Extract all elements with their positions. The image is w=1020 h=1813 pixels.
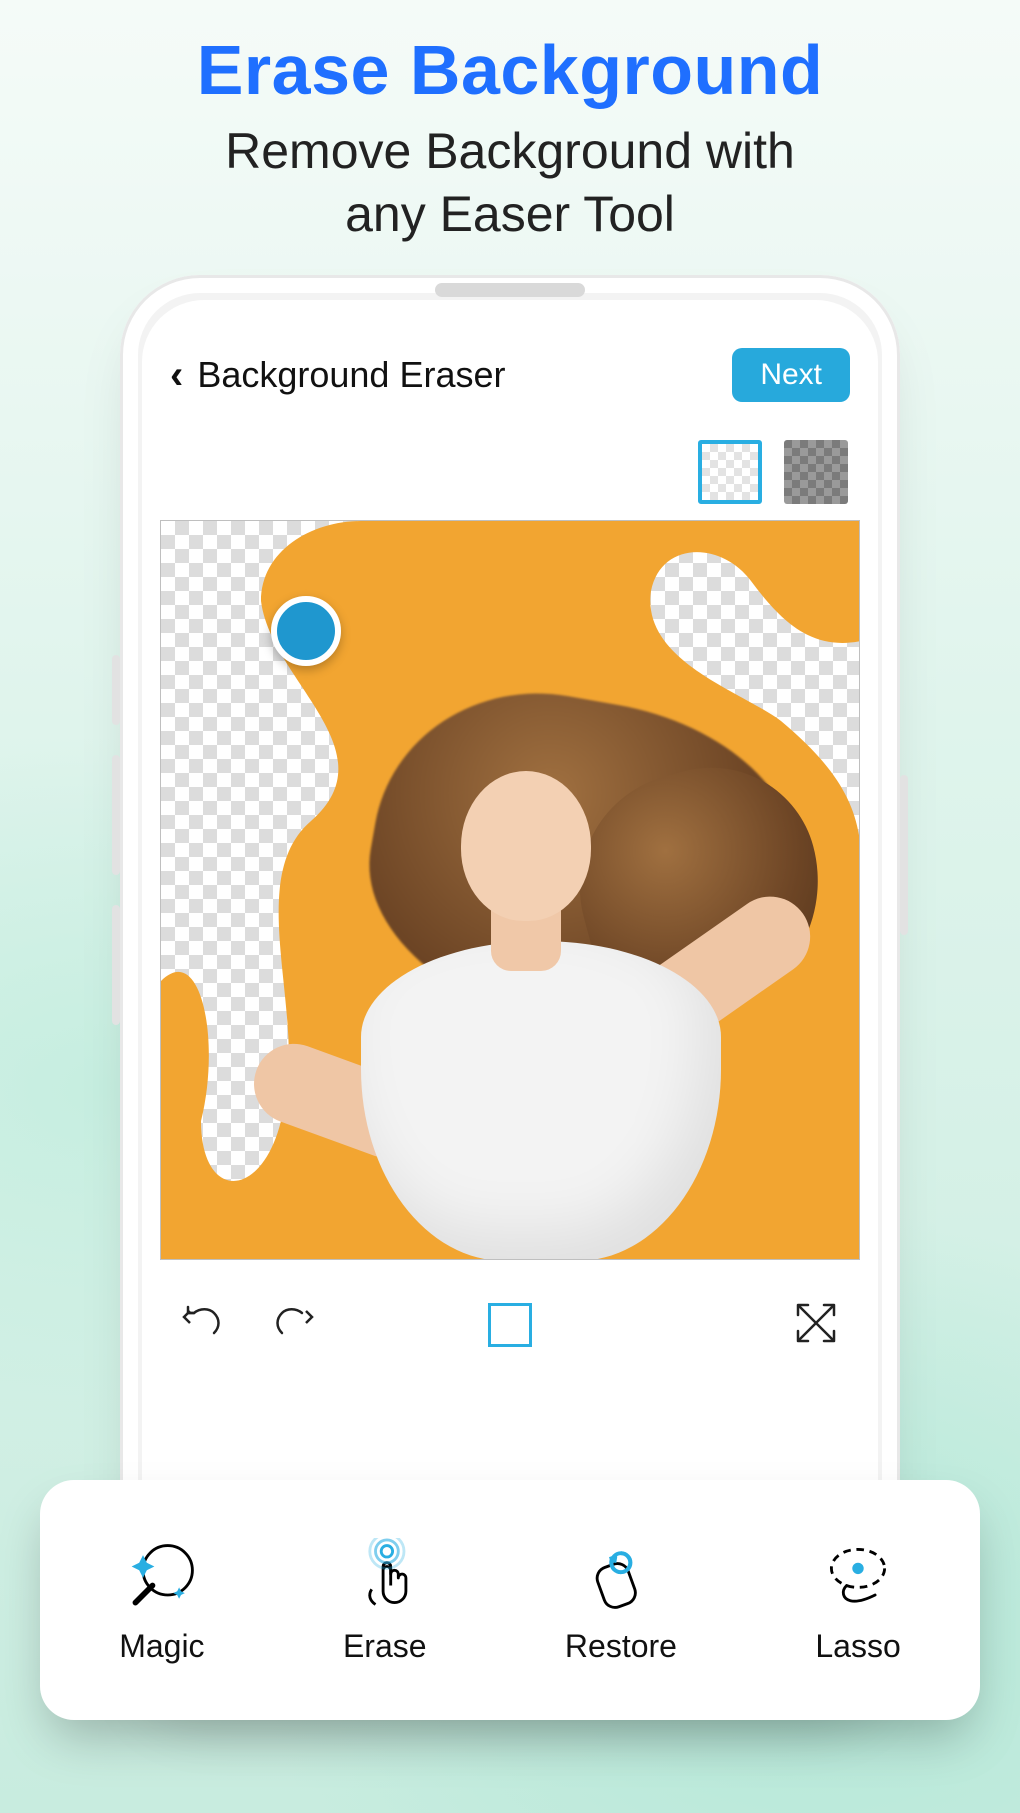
promo-subtitle-line1: Remove Background with — [225, 123, 795, 179]
restore-icon — [581, 1536, 661, 1616]
brush-cursor[interactable] — [271, 596, 341, 666]
tool-magic[interactable]: Magic — [119, 1536, 204, 1665]
phone-side-button — [112, 755, 120, 875]
crop-icon[interactable] — [488, 1303, 532, 1347]
lasso-icon — [818, 1536, 898, 1616]
tool-label: Lasso — [815, 1628, 900, 1665]
preview-mode-row — [698, 440, 848, 510]
tool-restore[interactable]: Restore — [565, 1536, 677, 1665]
phone-side-button — [900, 775, 908, 935]
promo-title: Erase Background — [0, 30, 1020, 110]
phone-side-button — [112, 655, 120, 725]
phone-side-button — [112, 905, 120, 1025]
promo-subtitle-line2: any Easer Tool — [345, 186, 675, 242]
promo-subtitle: Remove Background with any Easer Tool — [0, 120, 1020, 245]
tool-label: Erase — [343, 1628, 427, 1665]
redo-icon[interactable] — [268, 1299, 316, 1352]
preview-light-swatch[interactable] — [698, 440, 762, 504]
tool-label: Magic — [119, 1628, 204, 1665]
screen-title: Background Eraser — [197, 354, 505, 396]
preview-dark-swatch[interactable] — [784, 440, 848, 504]
expand-icon[interactable] — [792, 1334, 840, 1351]
back-icon[interactable]: ‹ — [170, 353, 183, 398]
promo-background: Erase Background Remove Background with … — [0, 0, 1020, 1813]
photo-subject — [251, 681, 791, 1260]
main-toolbar: Magic Erase — [40, 1480, 980, 1720]
app-topbar: ‹ Background Eraser Next — [142, 340, 878, 410]
tool-label: Restore — [565, 1628, 677, 1665]
undo-icon[interactable] — [180, 1299, 228, 1352]
next-button[interactable]: Next — [732, 348, 850, 402]
secondary-toolbar — [160, 1280, 860, 1370]
tool-erase[interactable]: Erase — [343, 1536, 427, 1665]
magic-wand-icon — [122, 1536, 202, 1616]
editor-canvas[interactable] — [160, 520, 860, 1260]
touch-erase-icon — [345, 1536, 425, 1616]
tool-lasso[interactable]: Lasso — [815, 1536, 900, 1665]
phone-speaker — [435, 283, 585, 297]
